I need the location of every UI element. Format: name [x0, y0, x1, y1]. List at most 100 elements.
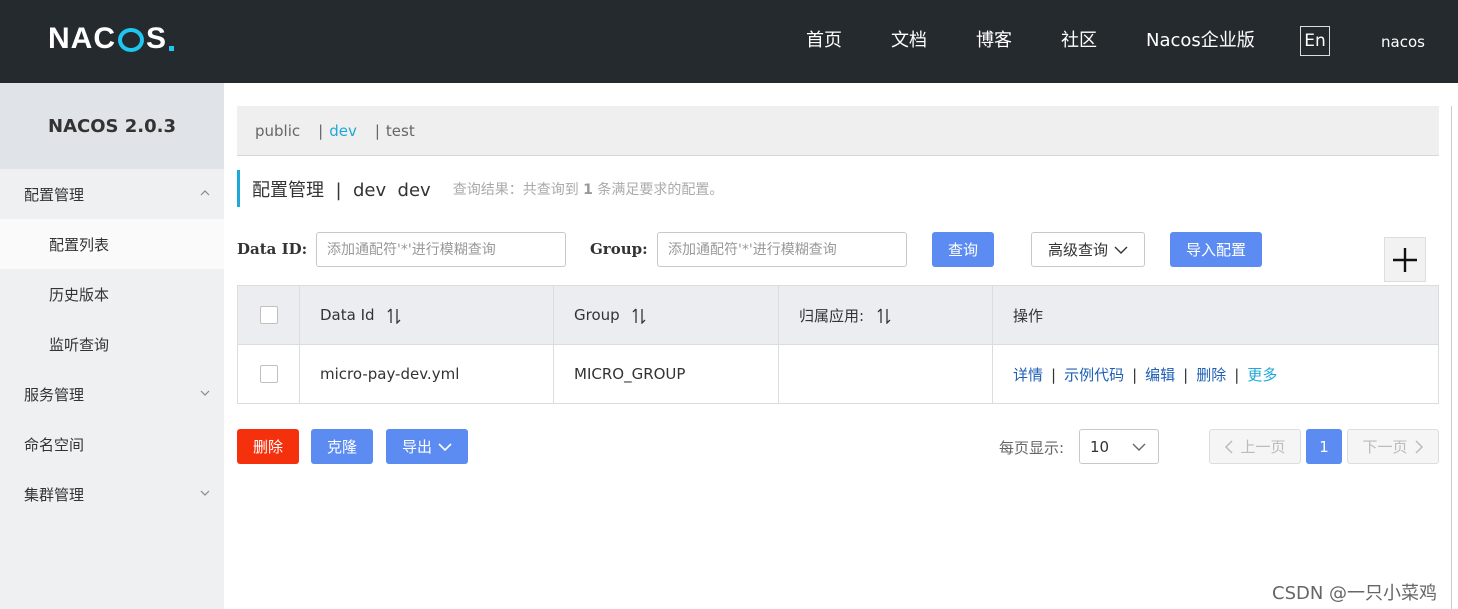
current-page-button[interactable]: 1	[1306, 429, 1342, 464]
row-checkbox[interactable]	[259, 365, 278, 384]
group-label: Group:	[590, 240, 648, 258]
sidebar-item-history[interactable]: 历史版本	[0, 269, 224, 319]
nav-community[interactable]: 社区	[1061, 30, 1097, 52]
namespace-public[interactable]: public	[255, 122, 300, 140]
chevron-up-icon	[200, 190, 210, 196]
sidebar-item-label: 命名空间	[24, 435, 85, 454]
chevron-down-icon	[1132, 443, 1146, 451]
sidebar-item-config-list[interactable]: 配置列表	[0, 219, 224, 269]
sidebar-item-label: 历史版本	[49, 285, 110, 304]
cell-actions: 详情 | 示例代码 | 编辑 | 删除 | 更多	[992, 344, 1439, 404]
logo-text-mid: C	[93, 22, 117, 55]
action-sample-code-link[interactable]: 示例代码	[1064, 366, 1124, 384]
advanced-search-label: 高级查询	[1047, 242, 1108, 259]
namespace-bar: public | dev | test	[237, 106, 1439, 156]
logo-text-left: NA	[48, 22, 94, 55]
namespace-separator: |	[318, 121, 324, 140]
namespace-dev[interactable]: dev	[329, 122, 357, 140]
sidebar-item-config-management[interactable]: 配置管理	[0, 169, 224, 219]
add-config-button[interactable]	[1384, 237, 1426, 282]
header-app[interactable]: 归属应用:	[778, 285, 993, 345]
action-detail-link[interactable]: 详情	[1013, 366, 1043, 384]
namespace-separator: |	[374, 121, 380, 140]
sidebar-item-label: 配置管理	[24, 185, 85, 204]
chevron-down-icon	[438, 442, 452, 451]
logo-text-right: S	[146, 22, 168, 55]
config-table: Data Id Group 归属应用: 操作 micro-pay-dev.yml…	[237, 285, 1439, 404]
search-button[interactable]: 查询	[932, 232, 994, 267]
action-delete-link[interactable]: 删除	[1196, 366, 1226, 384]
select-all-cell	[237, 285, 300, 345]
next-page-label: 下一页	[1362, 438, 1408, 456]
nav-docs[interactable]: 文档	[891, 30, 927, 52]
header-label: 归属应用:	[799, 306, 865, 325]
per-page-label: 每页显示:	[999, 439, 1065, 457]
page-title: 配置管理 | dev dev	[252, 179, 431, 201]
chevron-down-icon	[200, 490, 210, 496]
language-switch-button[interactable]: En	[1300, 26, 1330, 56]
sidebar-item-service-management[interactable]: 服务管理	[0, 369, 224, 419]
chevron-left-icon	[1225, 439, 1234, 454]
cell-group: MICRO_GROUP	[553, 344, 779, 404]
per-page-select[interactable]: 10	[1079, 429, 1159, 464]
header-group[interactable]: Group	[553, 285, 779, 345]
export-label: 导出	[401, 439, 432, 456]
top-navbar: NA C S 首页 文档 博客 社区 Nacos企业版 En nacos	[0, 0, 1458, 83]
table-header-row: Data Id Group 归属应用: 操作	[237, 285, 1439, 345]
nav-home[interactable]: 首页	[806, 30, 842, 52]
select-all-checkbox[interactable]	[259, 306, 278, 325]
logo-ring-icon	[118, 28, 145, 52]
table-row: micro-pay-dev.yml MICRO_GROUP 详情 | 示例代码 | 编辑…	[237, 344, 1439, 404]
nav-blog[interactable]: 博客	[976, 30, 1012, 52]
sidebar-item-listener-query[interactable]: 监听查询	[0, 319, 224, 369]
sidebar-item-label: 服务管理	[24, 385, 85, 404]
nacos-logo[interactable]: NA C S	[48, 22, 175, 55]
action-more-link[interactable]: 更多	[1247, 366, 1277, 384]
header-label: Group	[574, 306, 620, 324]
query-result-hint: 查询结果：共查询到 1 条满足要求的配置。	[453, 179, 724, 199]
action-edit-link[interactable]: 编辑	[1145, 366, 1175, 384]
export-button[interactable]: 导出	[386, 429, 468, 464]
sidebar-item-namespace[interactable]: 命名空间	[0, 419, 224, 469]
group-input[interactable]	[657, 232, 907, 267]
namespace-test[interactable]: test	[386, 122, 415, 140]
sidebar-item-label: 监听查询	[49, 335, 110, 354]
batch-delete-button[interactable]: 删除	[237, 429, 299, 464]
clone-button[interactable]: 克隆	[311, 429, 373, 464]
scrollbar-track[interactable]	[1451, 106, 1452, 609]
prev-page-label: 上一页	[1240, 438, 1286, 456]
plus-icon	[1393, 247, 1417, 272]
cell-app	[778, 344, 993, 404]
sidebar: NACOS 2.0.3 配置管理 配置列表 历史版本 监听查询 服务管理 命名空…	[0, 83, 224, 609]
advanced-search-button[interactable]: 高级查询	[1031, 232, 1145, 267]
row-select-cell	[237, 344, 300, 404]
sidebar-item-label: 集群管理	[24, 485, 85, 504]
nav-enterprise[interactable]: Nacos企业版	[1146, 30, 1255, 52]
user-name[interactable]: nacos	[1381, 33, 1425, 51]
hint-prefix: 查询结果：共查询到	[452, 181, 579, 198]
import-config-button[interactable]: 导入配置	[1170, 232, 1262, 267]
sort-icon[interactable]	[632, 308, 646, 324]
data-id-label: Data ID:	[237, 240, 308, 258]
hint-suffix: 条满足要求的配置。	[597, 181, 724, 198]
csdn-watermark: CSDN @一只小菜鸡	[1272, 583, 1438, 604]
header-data-id[interactable]: Data Id	[299, 285, 554, 345]
page-title-block: 配置管理 | dev dev 查询结果：共查询到 1 条满足要求的配置。	[237, 170, 723, 207]
header-actions: 操作	[992, 285, 1439, 345]
logo-dot-icon	[169, 45, 175, 51]
chevron-right-icon	[1414, 439, 1423, 454]
per-page-value: 10	[1090, 437, 1110, 456]
prev-page-button[interactable]: 上一页	[1209, 429, 1301, 464]
cell-data-id: micro-pay-dev.yml	[299, 344, 554, 404]
sort-icon[interactable]	[387, 308, 401, 324]
sidebar-title: NACOS 2.0.3	[0, 83, 224, 169]
sort-icon[interactable]	[877, 308, 891, 324]
sidebar-item-label: 配置列表	[49, 235, 110, 254]
sidebar-item-cluster-management[interactable]: 集群管理	[0, 469, 224, 519]
hint-count: 1	[583, 181, 593, 198]
data-id-input[interactable]	[316, 232, 566, 267]
chevron-down-icon	[200, 390, 210, 396]
header-label: Data Id	[320, 306, 375, 324]
next-page-button[interactable]: 下一页	[1347, 429, 1439, 464]
chevron-down-icon	[1114, 246, 1128, 254]
